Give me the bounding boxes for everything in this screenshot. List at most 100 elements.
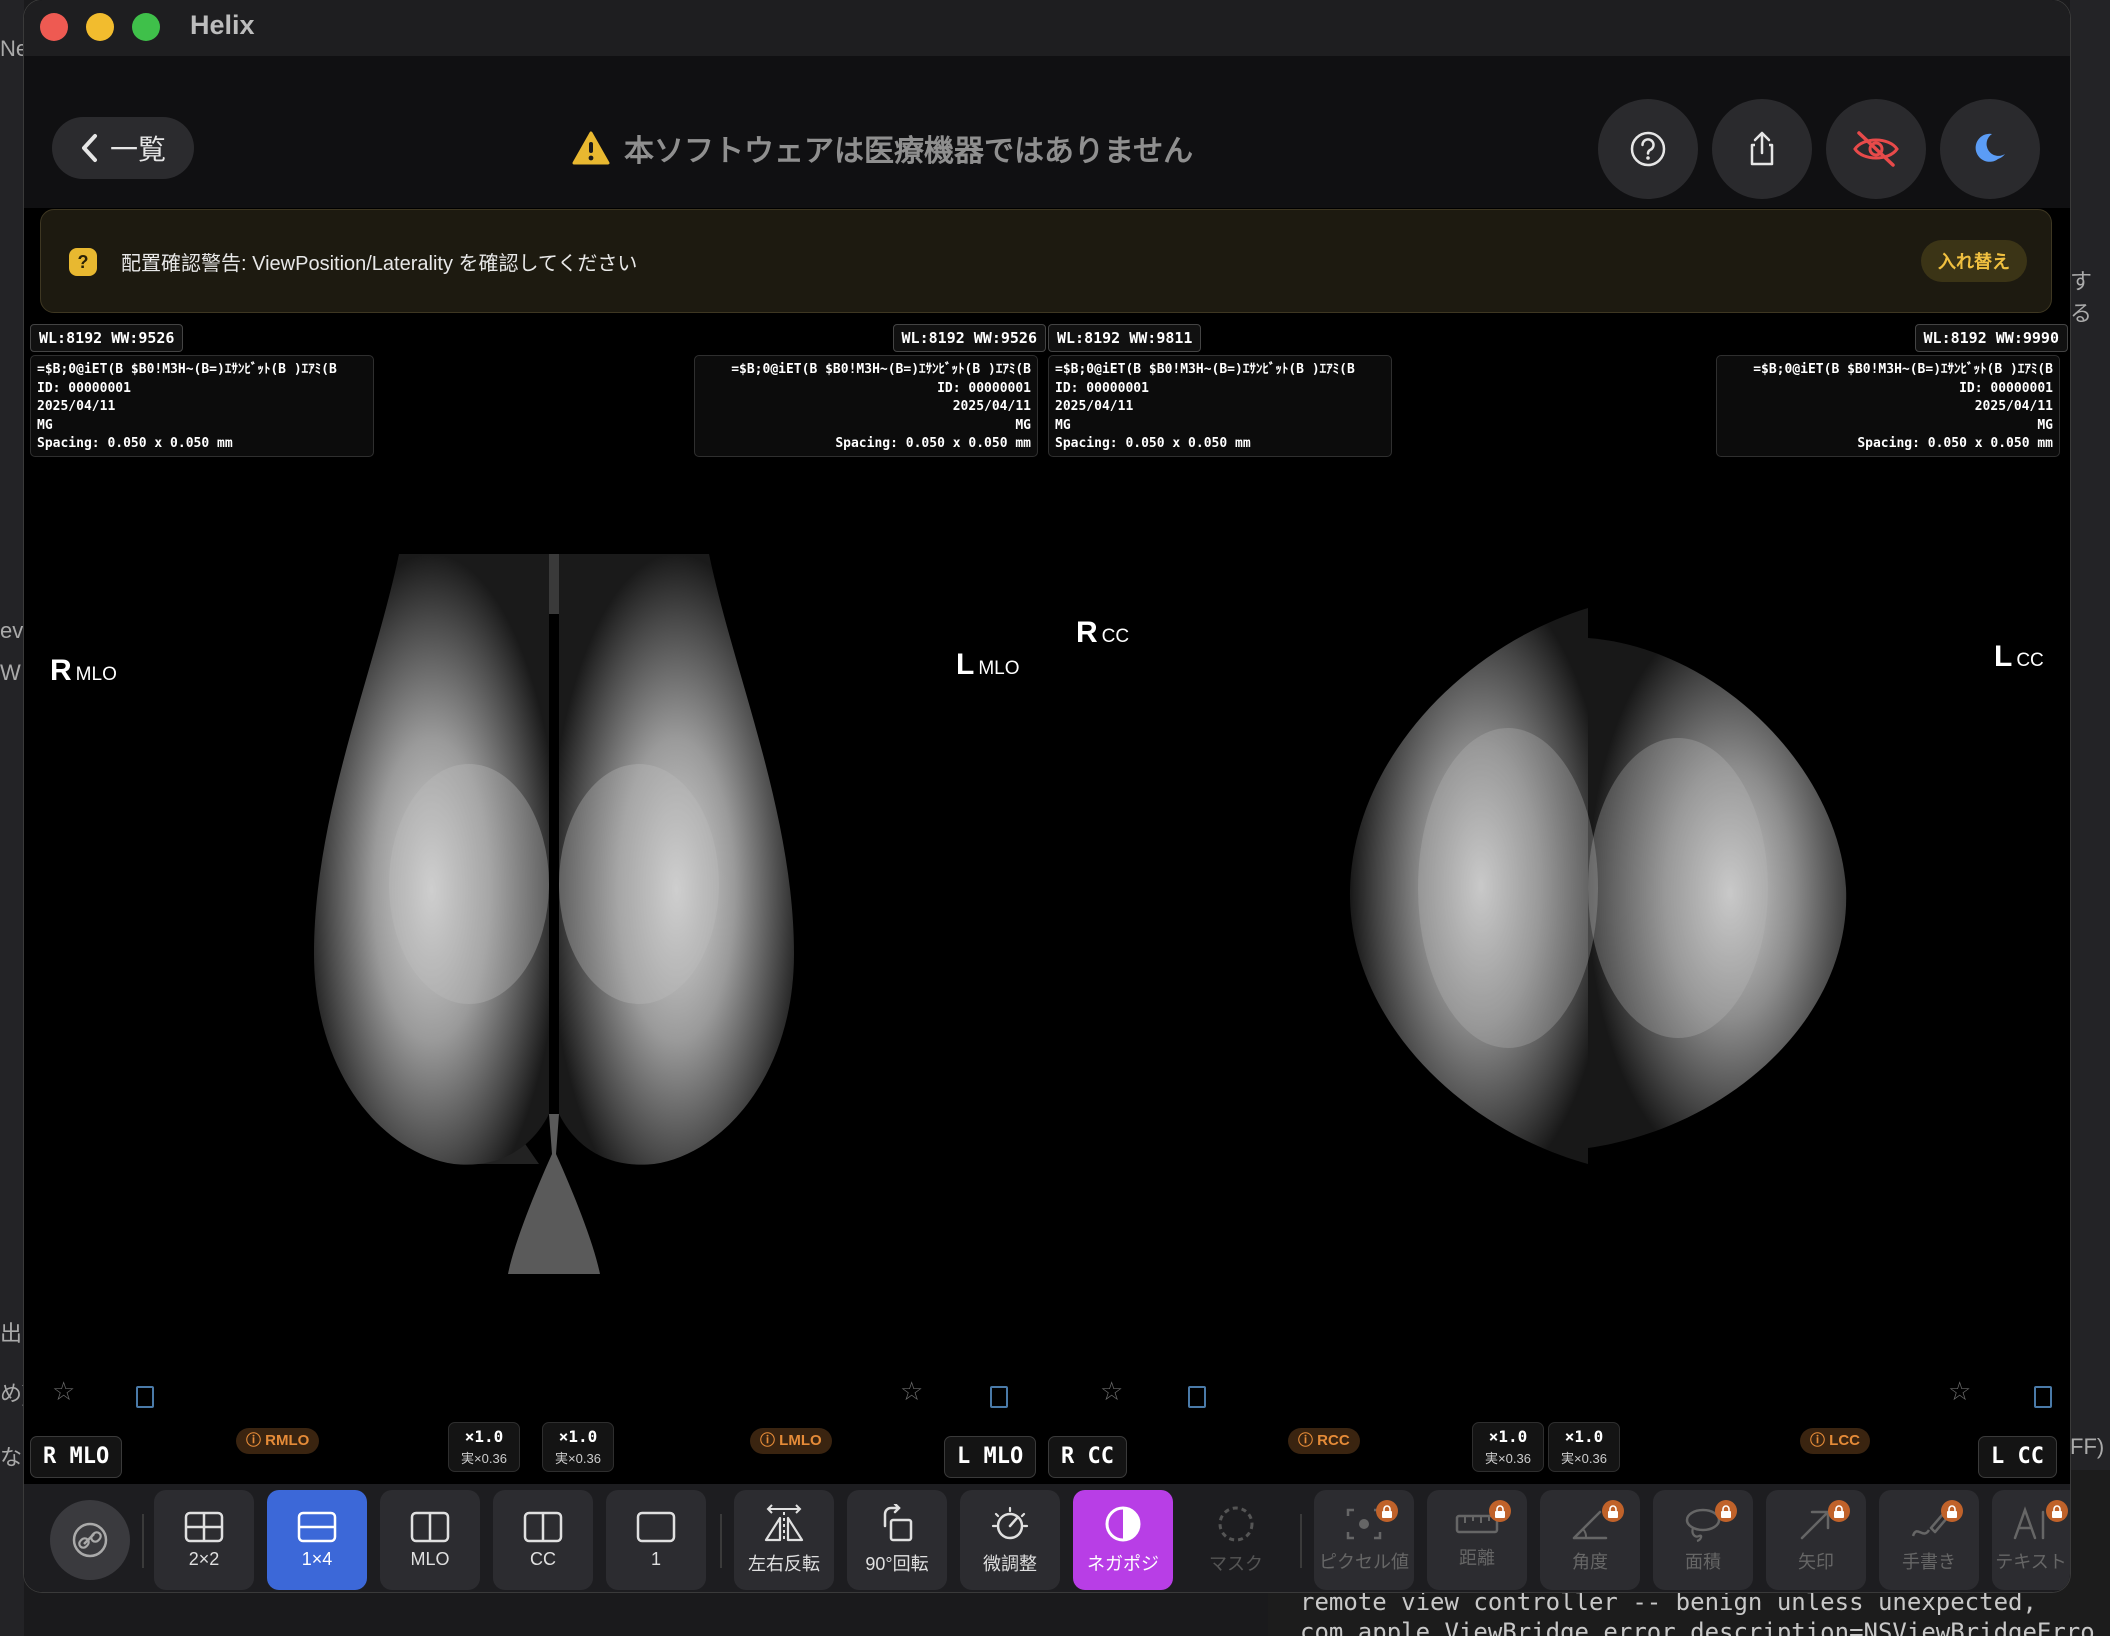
view-check-badge[interactable]: ⓘ LCC <box>1800 1428 1870 1454</box>
zoom-indicator: ×1.0 実×0.36 <box>542 1422 614 1472</box>
view-check-badge[interactable]: ⓘ RMLO <box>236 1428 320 1454</box>
study-date: 2025/04/11 <box>952 399 1031 414</box>
invert-button[interactable]: ネガポジ <box>1073 1490 1173 1590</box>
star-icon[interactable]: ☆ <box>900 1376 923 1407</box>
lock-icon <box>1376 1500 1398 1522</box>
mask-icon <box>1218 1506 1254 1542</box>
area-button[interactable]: 面積 <box>1653 1490 1753 1590</box>
patient-id: ID: 00000001 <box>37 380 131 396</box>
fine-adjust-button[interactable]: 微調整 <box>960 1490 1060 1590</box>
rotate-90-button[interactable]: 90°回転 <box>847 1490 947 1590</box>
view-check-badge[interactable]: ⓘ LMLO <box>750 1428 832 1454</box>
chevron-left-icon <box>81 134 97 162</box>
orientation-marker-left: L MLO <box>956 648 1020 681</box>
document-icon[interactable] <box>2034 1386 2052 1408</box>
hide-overlay-button[interactable] <box>1826 99 1926 199</box>
contrast-icon <box>1105 1506 1141 1542</box>
close-window-button[interactable] <box>40 13 68 41</box>
toolbar-divider <box>142 1514 144 1568</box>
lock-icon <box>1602 1500 1624 1522</box>
share-button[interactable] <box>1712 99 1812 199</box>
help-icon <box>1630 131 1666 167</box>
bg-text: 出 <box>0 1321 23 1346</box>
dicom-info-overlay: =$B;0@iET(B $B0!M3H~(B=)ｴｻﾝﾋﾞｯﾄ(B )ｴｱﾐ(B… <box>30 355 374 457</box>
document-icon[interactable] <box>1188 1386 1206 1408</box>
console-line: remote view controller -- benign unless … <box>1300 1588 2037 1616</box>
help-button[interactable] <box>1598 99 1698 199</box>
patient-name: =$B;0@iET(B $B0!M3H~(B=)ｴｻﾝﾋﾞｯﾄ(B )ｴｱﾐ(B <box>731 362 1031 377</box>
lock-icon <box>1715 1500 1737 1522</box>
regulatory-warning: 本ソフトウェアは医療機器ではありません <box>572 126 1193 170</box>
distance-button[interactable]: 距離 <box>1427 1490 1527 1590</box>
patient-id: ID: 00000001 <box>937 380 1031 396</box>
zoom-indicator: ×1.0 実×0.36 <box>1548 1422 1620 1472</box>
document-icon[interactable] <box>136 1386 154 1408</box>
warning-circle-icon: ⓘ <box>760 1432 780 1449</box>
bg-text: する <box>2070 269 2093 326</box>
view-check-badge[interactable]: ⓘ RCC <box>1288 1428 1360 1454</box>
background-window-right: する FF) ss <box>2070 0 2110 1636</box>
window-level-readout: WL:8192 WW:9990 <box>1914 324 2068 352</box>
minimize-window-button[interactable] <box>86 13 114 41</box>
dicom-info-overlay: =$B;0@iET(B $B0!M3H~(B=)ｴｻﾝﾋﾞｯﾄ(B )ｴｱﾐ(B… <box>1048 355 1392 457</box>
bg-text: な <box>0 1445 23 1470</box>
window-level-readout: WL:8192 WW:9526 <box>30 324 184 352</box>
mammogram-cc-image <box>1349 608 1847 1164</box>
patient-name: =$B;0@iET(B $B0!M3H~(B=)ｴｻﾝﾋﾞｯﾄ(B )ｴｱﾐ(B <box>1055 362 1355 377</box>
link-icon <box>72 1522 108 1558</box>
bottom-toolbar: 2×2 1×4 MLO CC 1 左右反転 90°回転 微調整 ネガポジ マスク… <box>24 1484 2070 1592</box>
bg-text: FF) <box>2070 1434 2105 1459</box>
document-icon[interactable] <box>990 1386 1008 1408</box>
single-icon <box>636 1511 676 1542</box>
sync-link-button[interactable] <box>50 1500 130 1580</box>
adjust-icon <box>991 1506 1029 1540</box>
star-icon[interactable]: ☆ <box>52 1376 75 1407</box>
warning-icon <box>572 131 610 165</box>
grid-2x2-icon <box>184 1511 224 1542</box>
header-toolbar: 一覧 本ソフトウェアは医療機器ではありません <box>24 56 2070 208</box>
zoom-indicator: ×1.0 実×0.36 <box>448 1422 520 1472</box>
patient-name: =$B;0@iET(B $B0!M3H~(B=)ｴｻﾝﾋﾞｯﾄ(B )ｴｱﾐ(B <box>37 362 337 377</box>
bg-text: W <box>0 660 21 685</box>
layout-cc-button[interactable]: CC <box>493 1490 593 1590</box>
dicom-info-overlay: =$B;0@iET(B $B0!M3H~(B=)ｴｻﾝﾋﾞｯﾄ(B )ｴｱﾐ(B… <box>1716 355 2060 457</box>
swap-button[interactable]: 入れ替え <box>1921 240 2027 282</box>
back-label: 一覧 <box>109 134 166 165</box>
arrow-button[interactable]: 矢印 <box>1766 1490 1866 1590</box>
angle-button[interactable]: 角度 <box>1540 1490 1640 1590</box>
warning-circle-icon: ⓘ <box>246 1432 266 1449</box>
text-icon <box>2013 1506 2045 1540</box>
layout-2x2-button[interactable]: 2×2 <box>154 1490 254 1590</box>
toolbar-divider <box>720 1514 722 1568</box>
layout-single-button[interactable]: 1 <box>606 1490 706 1590</box>
toolbar-divider <box>1300 1514 1302 1568</box>
layout-mlo-button[interactable]: MLO <box>380 1490 480 1590</box>
layout-1x4-button[interactable]: 1×4 <box>267 1490 367 1590</box>
bg-text: ev <box>0 618 24 643</box>
lock-icon <box>1489 1500 1511 1522</box>
zoom-window-button[interactable] <box>132 13 160 41</box>
window-title: Helix <box>190 10 255 40</box>
background-window-left: Ne ev W 出 め) な <box>0 0 29 1636</box>
share-icon <box>1750 131 1774 166</box>
back-button[interactable]: 一覧 <box>52 117 194 179</box>
title-bar: Helix <box>24 0 2070 56</box>
question-icon: ? <box>69 248 97 276</box>
lock-icon <box>1828 1500 1850 1522</box>
study-date: 2025/04/11 <box>1055 399 1134 414</box>
viewport-mlo[interactable]: WL:8192 WW:9526 WL:8192 WW:9526 =$B;0@iE… <box>24 318 1046 1484</box>
pixel-value-button[interactable]: ピクセル値 <box>1314 1490 1414 1590</box>
image-viewer[interactable]: WL:8192 WW:9526 WL:8192 WW:9526 =$B;0@iE… <box>24 318 2070 1484</box>
flip-horizontal-button[interactable]: 左右反転 <box>734 1490 834 1590</box>
dark-mode-button[interactable] <box>1940 99 2040 199</box>
mask-button[interactable]: マスク <box>1186 1490 1286 1590</box>
view-label: R MLO <box>30 1436 123 1478</box>
orientation-marker-left: L CC <box>1994 640 2044 673</box>
mammogram-mlo-image <box>314 554 794 1274</box>
lock-icon <box>1941 1500 1963 1522</box>
viewport-cc[interactable]: WL:8192 WW:9811 WL:8192 WW:9990 =$B;0@iE… <box>1048 318 2070 1484</box>
star-icon[interactable]: ☆ <box>1948 1376 1971 1407</box>
star-icon[interactable]: ☆ <box>1100 1376 1123 1407</box>
text-button[interactable]: テキスト <box>1992 1490 2070 1590</box>
freehand-button[interactable]: 手書き <box>1879 1490 1979 1590</box>
